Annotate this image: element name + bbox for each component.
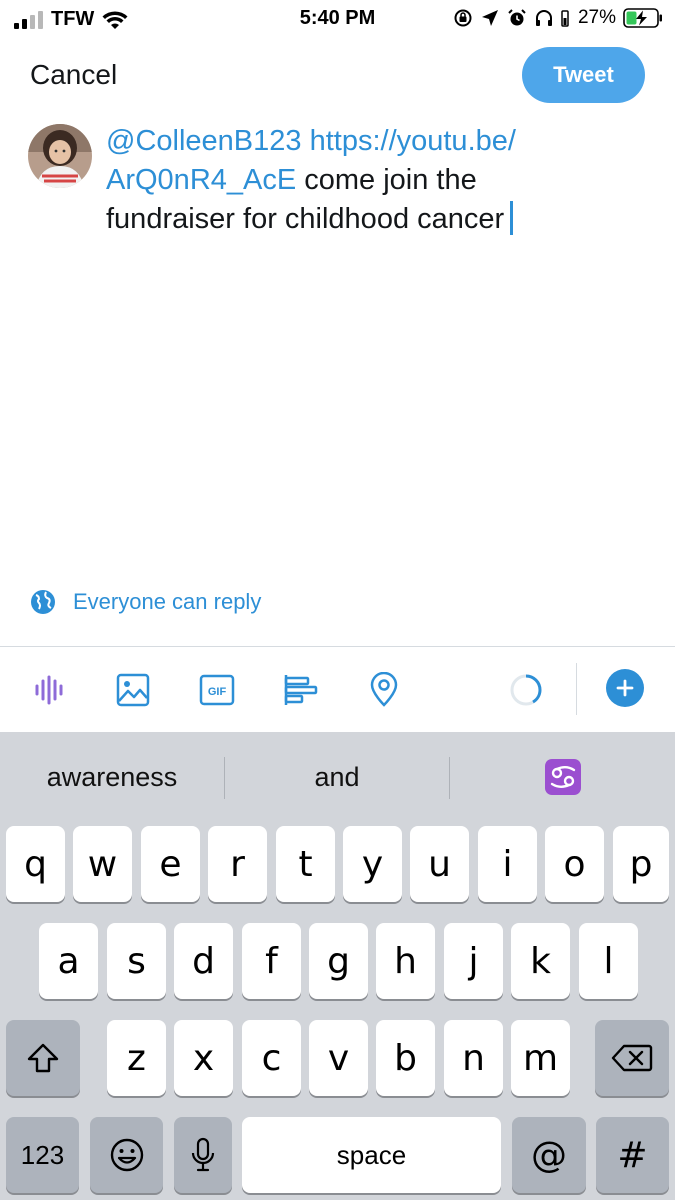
shift-key[interactable] bbox=[6, 1020, 80, 1096]
poll-button[interactable] bbox=[281, 671, 319, 709]
key-x[interactable]: x bbox=[174, 1020, 233, 1096]
alarm-icon bbox=[508, 9, 526, 26]
location-button[interactable] bbox=[365, 671, 403, 709]
key-g[interactable]: g bbox=[309, 923, 368, 999]
battery-charging-icon bbox=[623, 8, 662, 28]
headphones-icon bbox=[535, 10, 552, 26]
key-q[interactable]: q bbox=[6, 826, 65, 902]
suggestion-2[interactable]: and bbox=[225, 754, 449, 800]
key-e[interactable]: e bbox=[141, 826, 200, 902]
key-o[interactable]: o bbox=[545, 826, 604, 902]
key-j[interactable]: j bbox=[444, 923, 503, 999]
compose-toolbar: GIF bbox=[0, 647, 675, 732]
key-y[interactable]: y bbox=[343, 826, 402, 902]
cancel-button[interactable]: Cancel bbox=[30, 59, 117, 91]
voice-button[interactable] bbox=[30, 671, 68, 709]
space-key[interactable]: space bbox=[242, 1117, 501, 1193]
key-z[interactable]: z bbox=[107, 1020, 166, 1096]
image-button[interactable] bbox=[114, 671, 152, 709]
headphone-battery-icon bbox=[561, 10, 569, 27]
key-i[interactable]: i bbox=[478, 826, 537, 902]
key-f[interactable]: f bbox=[242, 923, 301, 999]
link-text-end: ArQ0nR4_AcE bbox=[106, 164, 297, 196]
image-icon bbox=[116, 673, 150, 707]
svg-text:GIF: GIF bbox=[208, 686, 227, 698]
key-t[interactable]: t bbox=[276, 826, 335, 902]
body-text-end: fundraiser for childhood cancer bbox=[106, 203, 505, 235]
key-r[interactable]: r bbox=[208, 826, 267, 902]
keyboard: awareness and q w e r t y u i o p a s d … bbox=[0, 732, 675, 1200]
key-m[interactable]: m bbox=[511, 1020, 570, 1096]
compose-header: Cancel Tweet bbox=[0, 38, 675, 118]
numbers-key[interactable]: 123 bbox=[6, 1117, 79, 1193]
dictation-key[interactable] bbox=[174, 1117, 232, 1193]
globe-icon bbox=[31, 590, 55, 614]
key-k[interactable]: k bbox=[511, 923, 570, 999]
suggestion-3-emoji[interactable] bbox=[450, 754, 675, 800]
predictive-bar: awareness and bbox=[0, 732, 675, 822]
text-cursor bbox=[510, 201, 514, 235]
add-thread-icon bbox=[616, 679, 634, 697]
key-n[interactable]: n bbox=[444, 1020, 503, 1096]
at-key[interactable]: @ bbox=[512, 1117, 586, 1193]
key-p[interactable]: p bbox=[613, 826, 669, 902]
poll-icon bbox=[284, 675, 318, 705]
emoji-icon bbox=[110, 1138, 143, 1172]
rotation-lock-icon bbox=[454, 9, 472, 27]
avatar-image bbox=[28, 124, 92, 188]
avatar[interactable] bbox=[28, 124, 92, 188]
reply-setting-label: Everyone can reply bbox=[73, 589, 262, 614]
link-text-start: https://youtu.be/ bbox=[309, 125, 516, 157]
battery-percent: 27% bbox=[577, 7, 616, 28]
key-s[interactable]: s bbox=[107, 923, 166, 999]
key-b[interactable]: b bbox=[376, 1020, 435, 1096]
key-a[interactable]: a bbox=[39, 923, 98, 999]
location-arrow-icon bbox=[481, 10, 498, 26]
gif-button[interactable]: GIF bbox=[198, 671, 236, 709]
shift-icon bbox=[27, 1043, 59, 1073]
key-u[interactable]: u bbox=[410, 826, 469, 902]
add-thread-button[interactable] bbox=[606, 669, 644, 707]
tweet-text-input[interactable]: @ColleenB123 https://youtu.be/ ArQ0nR4_A… bbox=[106, 122, 646, 239]
hash-key[interactable]: # bbox=[596, 1117, 669, 1193]
key-h[interactable]: h bbox=[376, 923, 435, 999]
cancer-zodiac-emoji-icon bbox=[544, 759, 581, 795]
backspace-icon bbox=[611, 1044, 653, 1072]
suggestion-1[interactable]: awareness bbox=[0, 754, 224, 800]
character-count bbox=[507, 671, 545, 709]
voice-icon bbox=[35, 675, 63, 705]
status-right: 27% bbox=[453, 7, 663, 29]
emoji-key[interactable] bbox=[90, 1117, 163, 1193]
key-c[interactable]: c bbox=[242, 1020, 301, 1096]
body-text-start: come join the bbox=[304, 164, 477, 196]
gif-icon: GIF bbox=[199, 674, 235, 706]
toolbar-separator bbox=[576, 663, 577, 715]
tweet-button[interactable]: Tweet bbox=[522, 47, 645, 103]
reply-setting-button[interactable]: Everyone can reply bbox=[30, 589, 261, 615]
key-d[interactable]: d bbox=[174, 923, 233, 999]
key-w[interactable]: w bbox=[73, 826, 132, 902]
mention-text: @ColleenB123 bbox=[106, 125, 302, 157]
key-l[interactable]: l bbox=[579, 923, 638, 999]
microphone-icon bbox=[191, 1137, 215, 1172]
char-progress-icon bbox=[510, 674, 542, 706]
key-v[interactable]: v bbox=[309, 1020, 368, 1096]
backspace-key[interactable] bbox=[595, 1020, 669, 1096]
status-bar: TFW 5:40 PM 27% bbox=[0, 0, 675, 38]
location-icon bbox=[370, 672, 398, 707]
